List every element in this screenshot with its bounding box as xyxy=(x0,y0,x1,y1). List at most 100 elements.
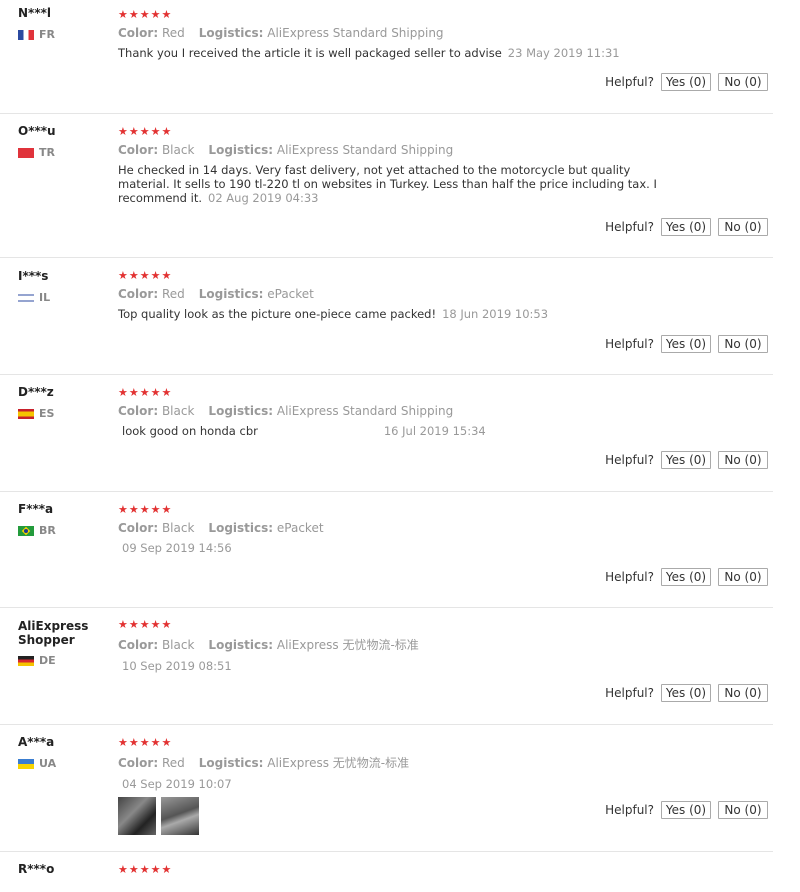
review-item: A***a UA ★★★★★ Color: Red Logistics: AliE… xyxy=(0,725,773,852)
rating-stars: ★★★★★ xyxy=(118,618,173,631)
reviewer-country: UA xyxy=(18,757,56,770)
reviewer-name: I***s xyxy=(18,269,49,283)
flag-ua-icon xyxy=(18,758,34,769)
helpful-label: Helpful? xyxy=(605,453,654,467)
review-date: 23 May 2019 11:31 xyxy=(507,46,620,60)
color-label: Color: xyxy=(118,756,159,770)
flag-tr-icon xyxy=(18,147,34,158)
review-date: 18 Jun 2019 10:53 xyxy=(442,307,549,321)
review-date: 10 Sep 2019 08:51 xyxy=(122,659,232,673)
rating-stars: ★★★★★ xyxy=(118,736,173,749)
helpful-vote: Helpful? Yes (0) No (0) xyxy=(605,568,768,586)
color-value: Red xyxy=(161,756,185,770)
country-code: UA xyxy=(39,757,57,770)
reviewer-name: AliExpress Shopper xyxy=(18,619,89,647)
rating-stars: ★★★★★ xyxy=(118,269,173,282)
review-text: He checked in 14 days. Very fast deliver… xyxy=(118,163,657,205)
color-label: Color: xyxy=(118,143,159,157)
helpful-label: Helpful? xyxy=(605,803,654,817)
reviewer-country: TR xyxy=(18,146,55,159)
color-value: Black xyxy=(161,638,195,652)
reviewer-country: ES xyxy=(18,407,54,420)
reviewer-name: R***o xyxy=(18,862,55,876)
helpful-yes-button[interactable]: Yes (0) xyxy=(661,801,711,819)
review-text: look good on honda cbr xyxy=(122,424,258,438)
logistics-value: AliExpress Standard Shipping xyxy=(267,26,444,40)
helpful-label: Helpful? xyxy=(605,75,654,89)
reviewer-name: D***z xyxy=(18,385,54,399)
rating-stars: ★★★★★ xyxy=(118,386,173,399)
review-date: 09 Sep 2019 14:56 xyxy=(122,541,232,555)
reviewer-country: BR xyxy=(18,524,56,537)
color-value: Black xyxy=(161,404,195,418)
country-code: BR xyxy=(39,524,56,537)
review-text: Top quality look as the picture one-piec… xyxy=(118,307,437,321)
helpful-no-button[interactable]: No (0) xyxy=(718,801,768,819)
helpful-no-button[interactable]: No (0) xyxy=(718,218,768,236)
helpful-yes-button[interactable]: Yes (0) xyxy=(661,451,711,469)
flag-de-icon xyxy=(18,655,34,666)
color-value: Black xyxy=(161,521,195,535)
helpful-vote: Helpful? Yes (0) No (0) xyxy=(605,684,768,702)
rating-stars: ★★★★★ xyxy=(118,8,173,21)
review-item: AliExpress Shopper DE ★★★★★ Color: Black… xyxy=(0,608,773,725)
review-item: I***s IL ★★★★★ Color: Red Logistics: ePac… xyxy=(0,258,773,375)
flag-es-icon xyxy=(18,408,34,419)
review-photo-thumbnail[interactable] xyxy=(118,797,156,835)
helpful-label: Helpful? xyxy=(605,570,654,584)
helpful-no-button[interactable]: No (0) xyxy=(718,451,768,469)
helpful-no-button[interactable]: No (0) xyxy=(718,73,768,91)
country-code: IL xyxy=(39,291,51,304)
helpful-vote: Helpful? Yes (0) No (0) xyxy=(605,335,768,353)
helpful-no-button[interactable]: No (0) xyxy=(718,335,768,353)
logistics-value: AliExpress 无忧物流-标准 xyxy=(267,756,410,770)
helpful-yes-button[interactable]: Yes (0) xyxy=(661,218,711,236)
helpful-vote: Helpful? Yes (0) No (0) xyxy=(605,218,768,236)
logistics-label: Logistics: xyxy=(208,638,274,652)
logistics-label: Logistics: xyxy=(198,287,264,301)
helpful-yes-button[interactable]: Yes (0) xyxy=(661,335,711,353)
color-value: Red xyxy=(161,26,185,40)
logistics-label: Logistics: xyxy=(208,404,274,418)
logistics-label: Logistics: xyxy=(198,756,264,770)
logistics-value: AliExpress Standard Shipping xyxy=(276,143,454,157)
color-value: Black xyxy=(161,143,195,157)
review-date: 02 Aug 2019 04:33 xyxy=(208,191,319,205)
rating-stars: ★★★★★ xyxy=(118,863,173,876)
review-photo-thumbnail[interactable] xyxy=(161,797,199,835)
color-label: Color: xyxy=(118,26,159,40)
review-item: F***a BR ★★★★★ Color: Black Logistics: eP… xyxy=(0,492,773,608)
rating-stars: ★★★★★ xyxy=(118,125,173,138)
helpful-label: Helpful? xyxy=(605,220,654,234)
logistics-value: ePacket xyxy=(276,521,324,535)
logistics-value: ePacket xyxy=(267,287,314,301)
country-code: ES xyxy=(39,407,55,420)
color-label: Color: xyxy=(118,521,159,535)
country-code: TR xyxy=(39,146,55,159)
country-code: FR xyxy=(39,28,55,41)
reviewer-country: FR xyxy=(18,28,55,41)
reviewer-name: O***u xyxy=(18,124,56,138)
logistics-label: Logistics: xyxy=(208,521,274,535)
country-code: DE xyxy=(39,654,56,667)
helpful-yes-button[interactable]: Yes (0) xyxy=(661,568,711,586)
helpful-no-button[interactable]: No (0) xyxy=(718,684,768,702)
review-text: Thank you I received the article it is w… xyxy=(118,46,502,60)
helpful-yes-button[interactable]: Yes (0) xyxy=(661,73,711,91)
helpful-vote: Helpful? Yes (0) No (0) xyxy=(605,73,768,91)
logistics-value: AliExpress 无忧物流-标准 xyxy=(276,638,419,652)
reviewer-country: DE xyxy=(18,654,56,667)
review-photos xyxy=(118,797,204,835)
rating-stars: ★★★★★ xyxy=(118,503,173,516)
review-date: 04 Sep 2019 10:07 xyxy=(122,777,232,791)
flag-il-icon xyxy=(18,292,34,303)
logistics-label: Logistics: xyxy=(198,26,264,40)
flag-fr-icon xyxy=(18,29,34,40)
helpful-vote: Helpful? Yes (0) No (0) xyxy=(605,801,768,819)
review-date: 16 Jul 2019 15:34 xyxy=(383,424,486,438)
color-label: Color: xyxy=(118,638,159,652)
helpful-label: Helpful? xyxy=(605,686,654,700)
color-label: Color: xyxy=(118,404,159,418)
helpful-no-button[interactable]: No (0) xyxy=(718,568,768,586)
helpful-yes-button[interactable]: Yes (0) xyxy=(661,684,711,702)
